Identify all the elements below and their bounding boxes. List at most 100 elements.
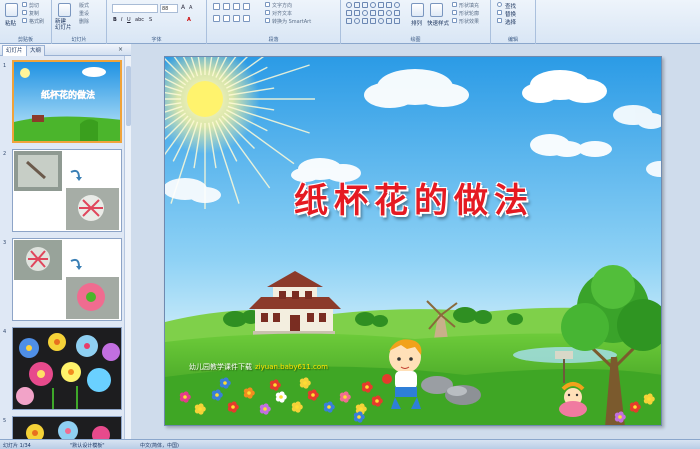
shape-gallery-item[interactable] [378, 18, 384, 24]
quick-styles-icon[interactable] [430, 3, 443, 17]
quick-styles-button[interactable]: 快速样式 [427, 19, 449, 27]
format-painter-button[interactable]: 格式刷 [29, 18, 44, 25]
shape-gallery-item[interactable] [394, 10, 400, 16]
arrange-icon[interactable] [411, 3, 424, 17]
shape-gallery-item[interactable] [362, 10, 368, 16]
italic-icon[interactable]: I [121, 17, 122, 23]
new-slide-icon[interactable] [58, 3, 71, 17]
shape-gallery-item[interactable] [386, 18, 392, 24]
watermark-text: 幼儿园教学课件下载 [189, 363, 252, 371]
select-icon[interactable] [497, 18, 502, 23]
powerpoint-window: 粘贴 剪切 复制 格式刷 剪贴板 新建 幻灯片 版式 重设 删除 幻灯片 88 … [0, 0, 700, 449]
slides-group-label: 幻灯片 [71, 37, 87, 43]
shape-gallery-item[interactable] [394, 18, 400, 24]
new-slide-button[interactable]: 新建 幻灯片 [55, 19, 72, 31]
paste-icon[interactable] [5, 3, 18, 17]
shape-gallery-item[interactable] [346, 10, 352, 16]
watermark-url: ziyuan.baby611.com [255, 363, 329, 371]
strikethrough-icon[interactable]: abc [135, 17, 144, 23]
language-indicator[interactable]: 中文(简体，中国) [140, 442, 179, 449]
shapes-gallery[interactable] [346, 2, 404, 26]
copy-button[interactable]: 复制 [29, 10, 39, 17]
shape-gallery-item[interactable] [370, 2, 376, 8]
justify-icon[interactable] [243, 15, 250, 22]
shape-effects-icon[interactable] [452, 18, 457, 23]
thumbnail-1-title: 纸杯花的做法 [41, 89, 95, 101]
align-text-icon[interactable] [265, 10, 270, 15]
shape-fill-button[interactable]: 形状填充 [459, 2, 479, 9]
tab-outline[interactable]: 大纲 [26, 45, 46, 56]
shape-gallery-item[interactable] [370, 18, 376, 24]
grow-font-icon[interactable]: A [181, 4, 185, 11]
shape-gallery-item[interactable] [370, 10, 376, 16]
editing-group-label: 编辑 [507, 37, 518, 43]
font-name-combo[interactable] [112, 4, 158, 13]
layout-button[interactable]: 版式 [79, 2, 89, 9]
cut-icon[interactable] [22, 2, 27, 7]
replace-icon[interactable] [497, 10, 502, 15]
current-slide[interactable]: 纸杯花的做法 幼儿园教学课件下载 ziyuan.baby611.com [164, 56, 662, 426]
smartart-icon[interactable] [265, 18, 270, 23]
shape-gallery-item[interactable] [378, 10, 384, 16]
shape-gallery-item[interactable] [394, 2, 400, 8]
shadow-icon[interactable]: S [149, 17, 152, 23]
numbering-icon[interactable] [223, 3, 230, 10]
shape-gallery-item[interactable] [362, 18, 368, 24]
slide-thumbnail-3[interactable] [12, 238, 122, 321]
paragraph-group: 文字方向 对齐文本 转换为 SmartArt 段落 [207, 0, 341, 44]
pane-tabs: 幻灯片 大纲 × [0, 44, 131, 56]
shape-gallery-item[interactable] [354, 2, 360, 8]
shape-gallery-item[interactable] [346, 18, 352, 24]
font-size-combo[interactable]: 88 [160, 4, 178, 13]
thumbnail-1-preview: 纸杯花的做法 [14, 62, 120, 141]
thumbnail-scrollbar[interactable] [124, 56, 131, 439]
shape-gallery-item[interactable] [362, 2, 368, 8]
slide-watermark: 幼儿园教学课件下载 ziyuan.baby611.com [189, 362, 328, 372]
tab-slides[interactable]: 幻灯片 [2, 45, 27, 56]
find-button[interactable]: 查找 [505, 2, 516, 10]
select-button[interactable]: 选择 [505, 18, 516, 26]
shape-gallery-item[interactable] [386, 10, 392, 16]
align-right-icon[interactable] [233, 15, 240, 22]
convert-smartart-button[interactable]: 转换为 SmartArt [272, 18, 311, 25]
slide-thumbnail-2[interactable] [12, 149, 122, 232]
shape-outline-button[interactable]: 形状轮廓 [459, 10, 479, 17]
align-left-icon[interactable] [213, 15, 220, 22]
reset-button[interactable]: 重设 [79, 10, 89, 17]
shape-gallery-item[interactable] [378, 2, 384, 8]
increase-indent-icon[interactable] [243, 3, 250, 10]
font-color-icon[interactable]: A [187, 17, 191, 23]
shape-outline-icon[interactable] [452, 10, 457, 15]
format-painter-icon[interactable] [22, 18, 27, 23]
copy-icon[interactable] [22, 10, 27, 15]
shape-gallery-item[interactable] [346, 2, 352, 8]
editing-group: 查找 替换 选择 编辑 [491, 0, 536, 44]
align-center-icon[interactable] [223, 15, 230, 22]
find-icon[interactable] [497, 2, 502, 7]
decrease-indent-icon[interactable] [233, 3, 240, 10]
delete-slide-button[interactable]: 删除 [79, 18, 89, 25]
replace-button[interactable]: 替换 [505, 10, 516, 18]
bullets-icon[interactable] [213, 3, 220, 10]
paste-button[interactable]: 粘贴 [5, 19, 16, 27]
text-direction-button[interactable]: 文字方向 [272, 2, 292, 9]
shape-gallery-item[interactable] [386, 2, 392, 8]
shape-gallery-item[interactable] [354, 18, 360, 24]
slide-title[interactable]: 纸杯花的做法 [165, 173, 661, 222]
underline-icon[interactable]: U [127, 17, 131, 23]
close-pane-icon[interactable]: × [118, 46, 123, 53]
shrink-font-icon[interactable]: A [189, 5, 192, 11]
text-direction-icon[interactable] [265, 2, 270, 7]
cut-button[interactable]: 剪切 [29, 2, 39, 9]
slide-editing-area: 纸杯花的做法 幼儿园教学课件下载 ziyuan.baby611.com [131, 44, 700, 439]
thumbnail-number: 2 [3, 151, 7, 157]
bold-icon[interactable]: B [113, 17, 117, 23]
shape-fill-icon[interactable] [452, 2, 457, 7]
shape-gallery-item[interactable] [354, 10, 360, 16]
arrange-button[interactable]: 排列 [411, 19, 422, 27]
align-text-button[interactable]: 对齐文本 [272, 10, 292, 17]
drawing-group-label: 绘图 [410, 37, 421, 43]
slide-thumbnail-1[interactable]: 纸杯花的做法 [12, 60, 122, 143]
shape-effects-button[interactable]: 形状效果 [459, 18, 479, 25]
slide-thumbnail-4[interactable] [12, 327, 122, 410]
